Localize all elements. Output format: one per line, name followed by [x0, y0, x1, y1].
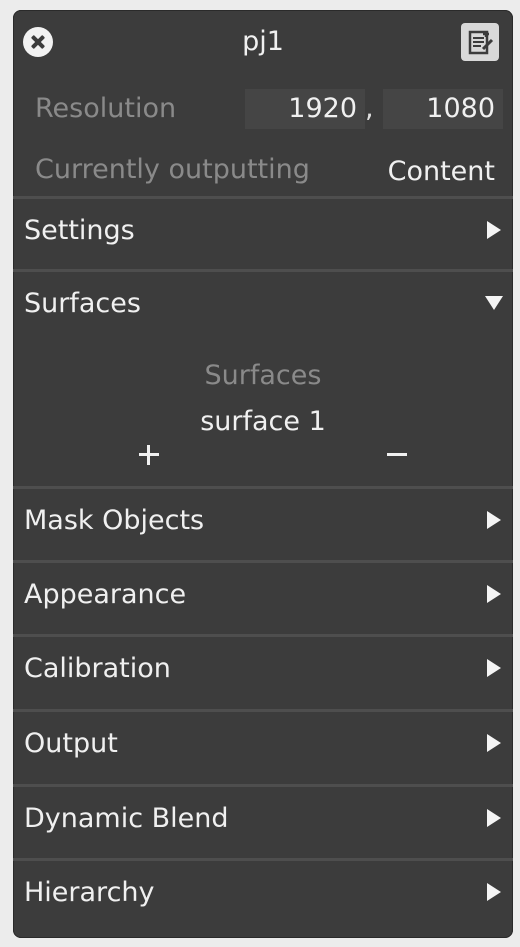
section-dynamic-blend[interactable]: Dynamic Blend [13, 784, 513, 857]
surface-list-item[interactable]: surface 1 [13, 404, 513, 440]
section-settings-label: Settings [24, 215, 135, 246]
section-settings[interactable]: Settings [13, 196, 513, 269]
expand-arrow-icon [487, 221, 501, 239]
section-output[interactable]: Output [13, 709, 513, 782]
expand-arrow-icon [487, 883, 501, 901]
panel-header: pj1 [13, 10, 513, 72]
expand-arrow-icon [487, 809, 501, 827]
expand-arrow-icon [487, 511, 501, 529]
remove-surface-icon[interactable] [385, 443, 409, 467]
resolution-row: Resolution 1920 , 1080 [13, 85, 513, 135]
collapse-arrow-icon [485, 296, 503, 310]
projector-panel: pj1 Resolution 1920 , 1080 Currently out… [13, 10, 513, 938]
section-appearance-label: Appearance [24, 579, 187, 610]
section-dynamic-blend-label: Dynamic Blend [24, 803, 229, 834]
expand-arrow-icon [487, 659, 501, 677]
resolution-height-field[interactable]: 1080 [383, 89, 503, 129]
resolution-width-field[interactable]: 1920 [245, 89, 365, 129]
expand-arrow-icon [487, 585, 501, 603]
section-hierarchy-label: Hierarchy [24, 877, 155, 908]
section-mask-objects-label: Mask Objects [24, 505, 205, 536]
surfaces-list-header: Surfaces [204, 360, 322, 391]
section-surfaces[interactable]: Surfaces [13, 269, 513, 342]
section-output-label: Output [24, 728, 118, 759]
output-status-label: Currently outputting [35, 154, 310, 185]
resolution-separator: , [365, 93, 374, 124]
panel-title: pj1 [242, 26, 284, 57]
section-appearance[interactable]: Appearance [13, 560, 513, 633]
section-calibration[interactable]: Calibration [13, 634, 513, 707]
add-surface-icon[interactable] [137, 443, 161, 467]
surfaces-list-panel: Surfaces surface 1 [13, 348, 513, 488]
resolution-label: Resolution [35, 93, 177, 124]
section-calibration-label: Calibration [24, 653, 171, 684]
expand-arrow-icon [487, 734, 501, 752]
output-status-value: Content [387, 156, 495, 187]
edit-note-icon[interactable] [461, 23, 499, 61]
section-surfaces-label: Surfaces [24, 288, 141, 319]
output-status-row: Currently outputting Content [13, 148, 513, 196]
section-mask-objects[interactable]: Mask Objects [13, 486, 513, 559]
section-hierarchy[interactable]: Hierarchy [13, 858, 513, 931]
